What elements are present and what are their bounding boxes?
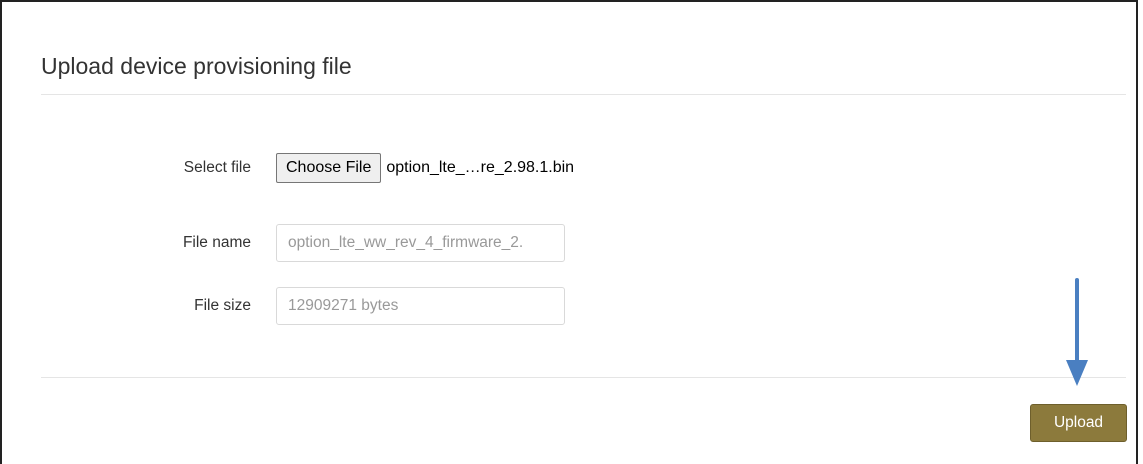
file-picker[interactable]: Choose File option_lte_…re_2.98.1.bin — [276, 153, 574, 183]
panel-title: Upload device provisioning file — [41, 53, 352, 79]
choose-file-button[interactable]: Choose File — [276, 153, 382, 183]
file-size-field[interactable] — [276, 287, 565, 325]
upload-button[interactable]: Upload — [1030, 404, 1127, 442]
footer-divider — [41, 377, 1126, 378]
upload-provisioning-panel: Upload device provisioning file Select f… — [0, 0, 1138, 464]
select-file-label: Select file — [183, 159, 251, 176]
chosen-file-name: option_lte_…re_2.98.1.bin — [386, 159, 575, 176]
arrow-down-icon — [1066, 278, 1088, 386]
file-name-label: File name — [182, 234, 251, 251]
header-divider — [41, 94, 1126, 95]
file-size-label: File size — [194, 297, 251, 314]
file-name-field[interactable] — [276, 224, 565, 262]
